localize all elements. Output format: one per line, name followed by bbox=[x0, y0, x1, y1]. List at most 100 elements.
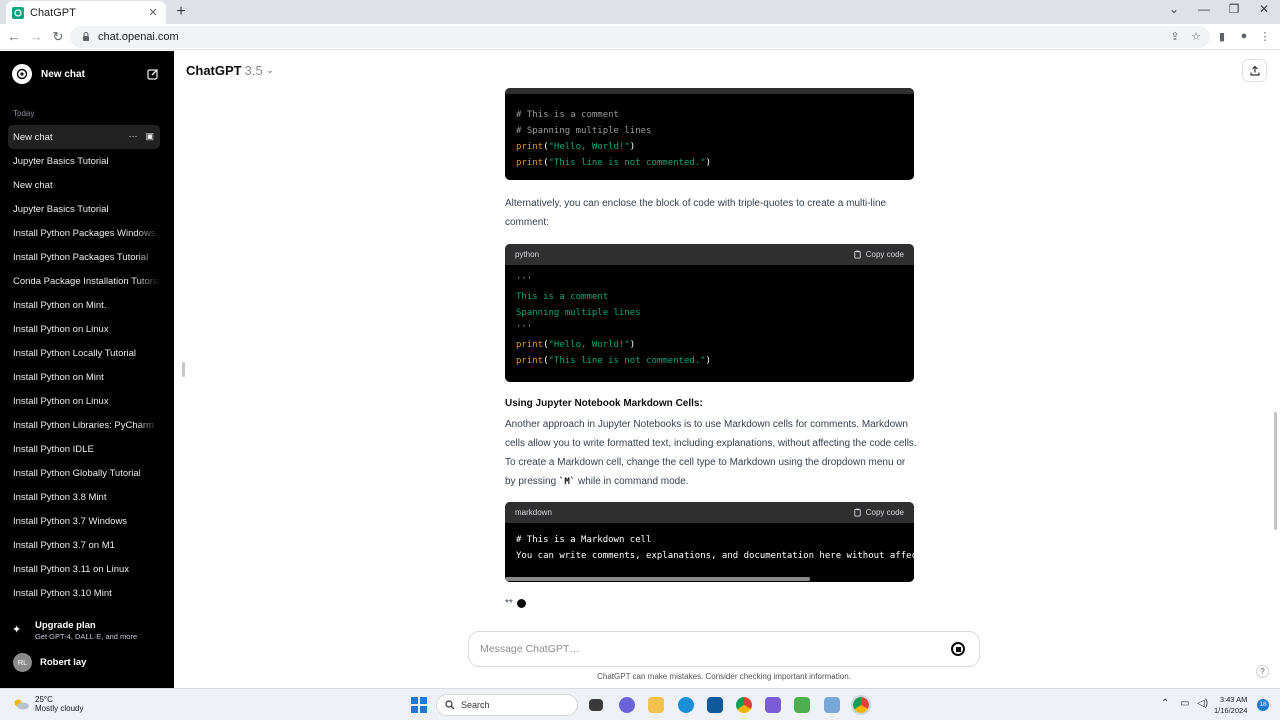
weather-widget[interactable]: 25°C Mostly cloudy bbox=[12, 695, 83, 713]
sidebar-chat-item[interactable]: New chat bbox=[8, 173, 160, 197]
more-options-icon[interactable]: ··· bbox=[128, 131, 137, 142]
close-window-icon[interactable]: ✕ bbox=[1254, 2, 1274, 16]
taskbar-search[interactable]: Search bbox=[436, 694, 578, 716]
sidebar-toggle-handle[interactable] bbox=[182, 362, 185, 377]
chat-app-icon[interactable] bbox=[619, 697, 635, 713]
profile-icon[interactable]: ● bbox=[1237, 30, 1251, 42]
text-fade bbox=[136, 533, 160, 557]
new-tab-button[interactable]: + bbox=[172, 3, 190, 21]
notification-badge[interactable]: 18 bbox=[1257, 699, 1269, 711]
stop-generating-button[interactable] bbox=[951, 642, 965, 656]
chrome-active-icon[interactable] bbox=[851, 695, 871, 715]
site-info-icon[interactable] bbox=[80, 31, 92, 43]
sidebar-chat-item[interactable]: Jupyter Basics Tutorial bbox=[8, 149, 160, 173]
page-scrollbar[interactable] bbox=[1274, 412, 1277, 530]
file-explorer-icon[interactable] bbox=[648, 697, 664, 713]
code-block-3-body[interactable]: # This is a Markdown cell You can write c… bbox=[505, 523, 914, 576]
copy-code-button[interactable]: Copy code bbox=[853, 250, 904, 259]
new-chat-button[interactable]: New chat bbox=[8, 63, 160, 85]
text-fade bbox=[136, 389, 160, 413]
remote-desktop-icon[interactable] bbox=[824, 697, 840, 713]
code-token: # Spanning multiple lines bbox=[516, 126, 652, 136]
text-fade bbox=[136, 557, 160, 581]
clock-date: 1/16/2024 bbox=[1214, 706, 1248, 715]
sidebar-chat-item[interactable]: Install Python Libraries: PyCharm bbox=[8, 413, 160, 437]
sidebar-chat-item[interactable]: Jupyter Basics Tutorial bbox=[8, 197, 160, 221]
clipboard-icon bbox=[854, 508, 861, 517]
text-fade bbox=[136, 341, 160, 365]
edge-browser-icon[interactable] bbox=[678, 697, 694, 713]
app-icon[interactable] bbox=[765, 697, 781, 713]
code-block-2-body[interactable]: ''' This is a comment Spanning multiple li… bbox=[505, 265, 914, 379]
chatgpt-favicon-icon bbox=[12, 6, 24, 19]
sidebar-chat-item[interactable]: Install Python 3.8 Mint bbox=[8, 485, 160, 509]
browser-tab[interactable]: ChatGPT ✕ bbox=[6, 1, 166, 24]
sidebar-chat-item[interactable]: Install Python 3.7 on M1 bbox=[8, 533, 160, 557]
sidebar-chat-item[interactable]: Conda Package Installation Tutorial bbox=[8, 269, 160, 293]
code-token: This is a comment bbox=[516, 292, 609, 302]
archive-icon[interactable]: ▣ bbox=[145, 131, 154, 142]
forward-arrow-icon[interactable]: → bbox=[28, 29, 44, 45]
taskbar-search-label: Search bbox=[461, 700, 490, 710]
restore-icon[interactable]: ❐ bbox=[1224, 2, 1244, 16]
network-icon[interactable]: ▭ bbox=[1180, 698, 1189, 709]
share-page-icon[interactable]: ⇪ bbox=[1168, 30, 1182, 43]
model-selector[interactable]: ChatGPT 3.5 ⌄ bbox=[186, 63, 273, 78]
system-clock[interactable]: 3:43 AM 1/16/2024 bbox=[1214, 694, 1247, 716]
tray-overflow-icon[interactable]: ⌃ bbox=[1161, 698, 1169, 709]
tab-close-icon[interactable]: ✕ bbox=[146, 6, 160, 19]
code-token: "This line is not commented." bbox=[548, 158, 706, 168]
upgrade-title: Upgrade plan bbox=[35, 620, 96, 631]
sidebar-chat-item[interactable]: Install Python on Mint bbox=[8, 365, 160, 389]
store-icon[interactable] bbox=[707, 697, 723, 713]
text-fade bbox=[136, 509, 160, 533]
sidebar-chat-item[interactable]: Install Python on Linux bbox=[8, 389, 160, 413]
code-block-1-body[interactable]: # This is a comment # Spanning multiple l… bbox=[505, 94, 914, 180]
compose-edit-icon[interactable] bbox=[146, 67, 160, 81]
search-icon bbox=[445, 700, 455, 710]
code-token: "Hello, World!" bbox=[548, 340, 630, 350]
address-bar[interactable]: chat.openai.com bbox=[70, 26, 1210, 48]
copy-code-button[interactable]: Copy code bbox=[853, 508, 904, 517]
task-view-icon[interactable] bbox=[589, 699, 603, 711]
back-arrow-icon[interactable]: ← bbox=[6, 29, 22, 45]
scrollbar-thumb[interactable] bbox=[505, 577, 810, 581]
sidebar-chat-label: Install Python Locally Tutorial bbox=[13, 347, 137, 359]
sidebar-chat-item[interactable]: Install Python Packages Tutorial bbox=[8, 245, 160, 269]
sidebar-chat-item[interactable]: Install Python 3.11 on Linux bbox=[8, 557, 160, 581]
sidebar-chat-item[interactable]: Install Python 3.7 Windows bbox=[8, 509, 160, 533]
help-button[interactable]: ? bbox=[1256, 665, 1269, 678]
message-input[interactable] bbox=[480, 643, 951, 655]
reload-icon[interactable]: ↻ bbox=[50, 29, 66, 45]
sidebar-chat-item[interactable]: Install Python Globally Tutorial bbox=[8, 461, 160, 485]
sidebar-chat-item[interactable]: Install Python on Linux bbox=[8, 317, 160, 341]
share-button[interactable] bbox=[1242, 59, 1267, 82]
notepad-icon[interactable] bbox=[794, 697, 810, 713]
sidebar-chat-label: Install Python Packages Tutorial bbox=[13, 251, 149, 263]
chevron-down-icon: ⌄ bbox=[266, 66, 274, 75]
sidebar-chat-item[interactable]: Install Python IDLE bbox=[8, 437, 160, 461]
tab-search-chevron-icon[interactable]: ⌄ bbox=[1164, 2, 1184, 16]
browser-menu-icon[interactable]: ⋮ bbox=[1258, 30, 1272, 43]
windows-start-icon[interactable] bbox=[411, 697, 427, 713]
sidebar-chat-label: Jupyter Basics Tutorial bbox=[13, 203, 109, 215]
code-line: # This is a Markdown cell bbox=[516, 532, 903, 548]
code-token: You can write comments, explanations, an… bbox=[516, 551, 914, 561]
sidebar-chat-label: Install Python on Mint bbox=[13, 371, 104, 383]
volume-icon[interactable]: ◁) bbox=[1197, 698, 1208, 709]
text-fade bbox=[136, 485, 160, 509]
side-panel-icon[interactable]: ▮ bbox=[1215, 30, 1229, 43]
upgrade-plan-button[interactable]: ✦ Upgrade plan Get GPT-4, DALL·E, and mo… bbox=[12, 620, 162, 641]
code-horizontal-scrollbar[interactable] bbox=[505, 576, 914, 582]
text-fade bbox=[136, 461, 160, 485]
sidebar-chat-item[interactable]: Install Python Locally Tutorial bbox=[8, 341, 160, 365]
sidebar-chat-item[interactable]: New chat ··· ▣ bbox=[8, 125, 160, 149]
minimize-icon[interactable]: — bbox=[1194, 2, 1214, 16]
sidebar-chat-item[interactable]: Install Python Packages Windows bbox=[8, 221, 160, 245]
user-menu-button[interactable]: RL Robert lay bbox=[13, 653, 86, 672]
chrome-icon[interactable] bbox=[736, 697, 752, 713]
typing-cursor-icon bbox=[516, 599, 526, 608]
sidebar-chat-item[interactable]: Install Python on Mint. bbox=[8, 293, 160, 317]
sidebar-chat-item[interactable]: Install Python 3.10 Mint bbox=[8, 581, 160, 605]
bookmark-star-icon[interactable]: ☆ bbox=[1189, 30, 1203, 43]
